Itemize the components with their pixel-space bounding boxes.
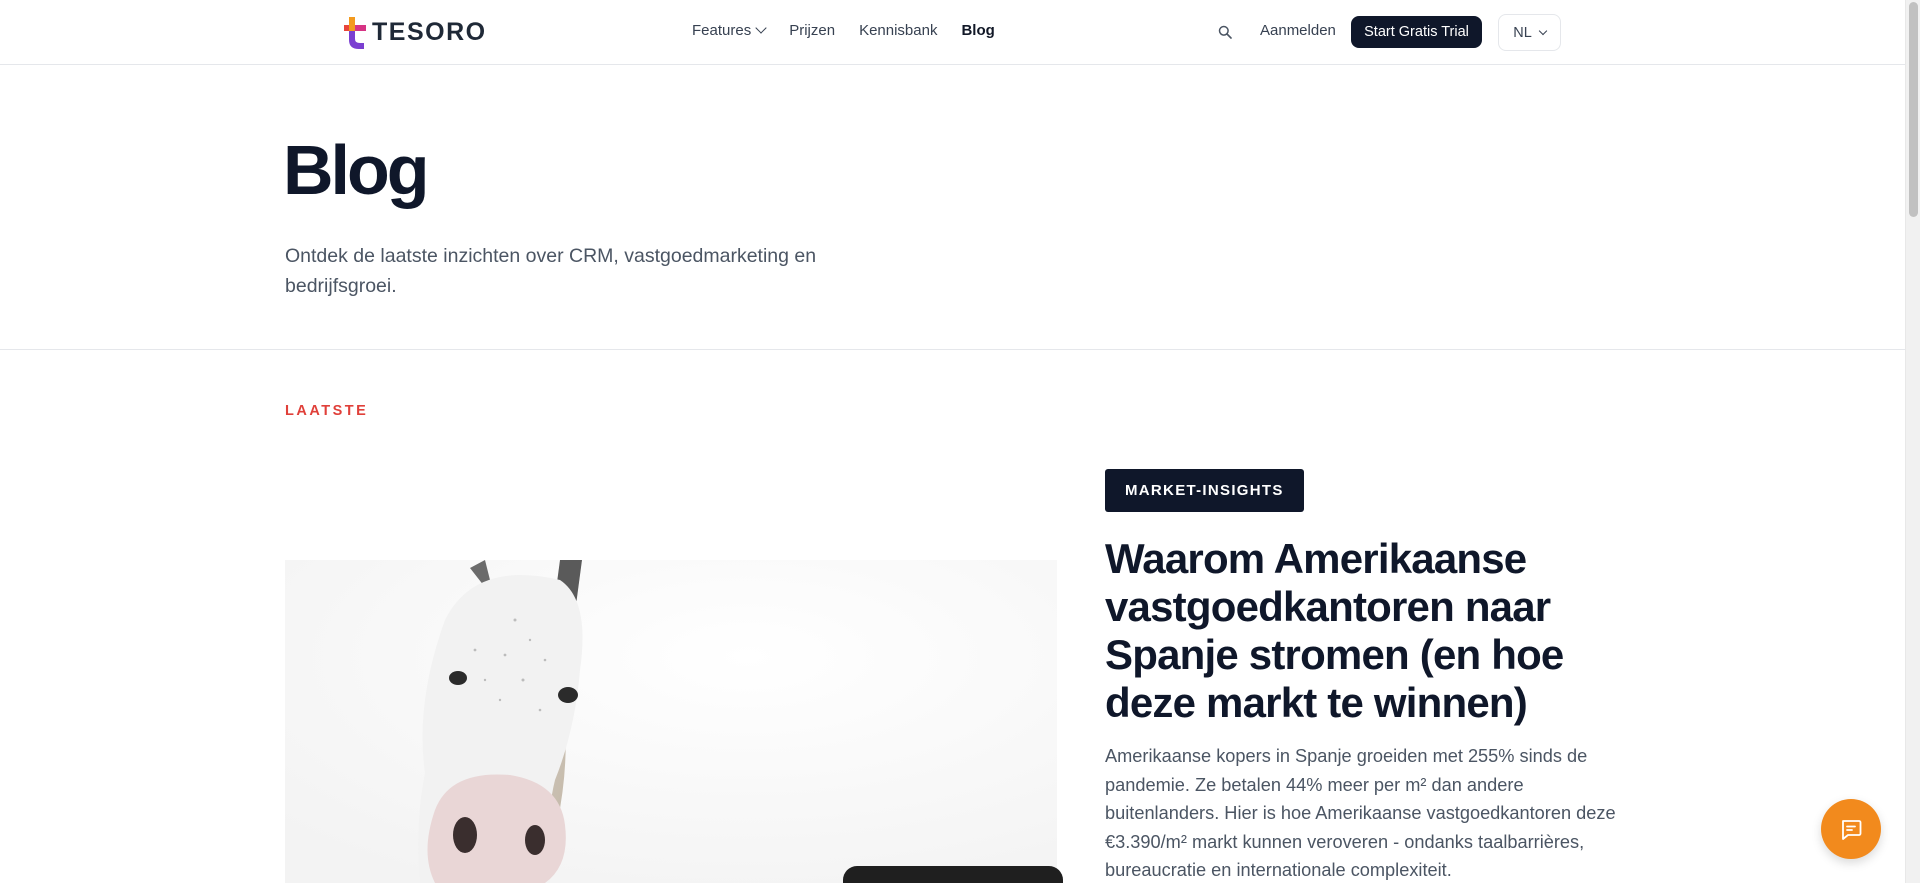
nav-kennisbank[interactable]: Kennisbank <box>859 22 937 39</box>
page-subtitle: Ontdek de laatste inzichten over CRM, va… <box>285 245 817 297</box>
logo-text: TESORO <box>372 18 487 46</box>
latest-label: LAATSTE <box>285 403 369 419</box>
scrollbar-thumb[interactable] <box>1909 2 1918 217</box>
logo-icon <box>344 16 366 49</box>
logo[interactable]: TESORO <box>344 16 487 49</box>
language-selector[interactable]: NL <box>1498 14 1561 51</box>
horse-photo <box>285 560 1057 883</box>
nav-prijzen-label: Prijzen <box>789 22 836 39</box>
main-nav: Features Prijzen Kennisbank Blog <box>692 22 995 39</box>
featured-article-image[interactable] <box>285 560 1057 883</box>
toolbar-icon[interactable]: ● <box>1025 879 1032 883</box>
nav-blog[interactable]: Blog <box>961 22 994 39</box>
chat-icon <box>1842 820 1862 840</box>
chevron-down-icon <box>1538 26 1548 36</box>
toolbar-icon[interactable]: ● <box>987 879 994 883</box>
nav-features-label: Features <box>692 22 752 39</box>
toolbar-icon[interactable]: ● <box>912 879 919 883</box>
language-label: NL <box>1513 24 1532 41</box>
chevron-down-icon <box>755 22 767 34</box>
login-link[interactable]: Aanmelden <box>1260 22 1336 39</box>
toolbar-icon[interactable]: ● <box>874 879 881 883</box>
chat-button[interactable] <box>1821 799 1881 859</box>
page-scrollbar[interactable] <box>1905 0 1920 883</box>
category-badge[interactable]: MARKET-INSIGHTS <box>1105 469 1304 512</box>
nav-blog-label: Blog <box>961 22 995 39</box>
site-header: TESORO Features Prijzen Kennisbank Blog … <box>0 0 1905 65</box>
page-title: Blog <box>283 131 430 209</box>
toolbar-icon[interactable]: ● <box>949 879 956 883</box>
section-divider <box>0 349 1905 350</box>
start-trial-button[interactable]: Start Gratis Trial <box>1351 16 1482 48</box>
article-title[interactable]: Waarom Amerikaanse vastgoedkantoren naar… <box>1105 535 1625 727</box>
image-toolbar: ● ● ● ● ● <box>843 866 1063 883</box>
nav-features[interactable]: Features <box>692 22 767 39</box>
search-icon[interactable] <box>1218 25 1232 39</box>
nav-prijzen[interactable]: Prijzen <box>789 22 835 39</box>
nav-kennisbank-label: Kennisbank <box>859 22 938 39</box>
article-excerpt: Amerikaanse kopers in Spanje groeiden me… <box>1105 746 1616 880</box>
